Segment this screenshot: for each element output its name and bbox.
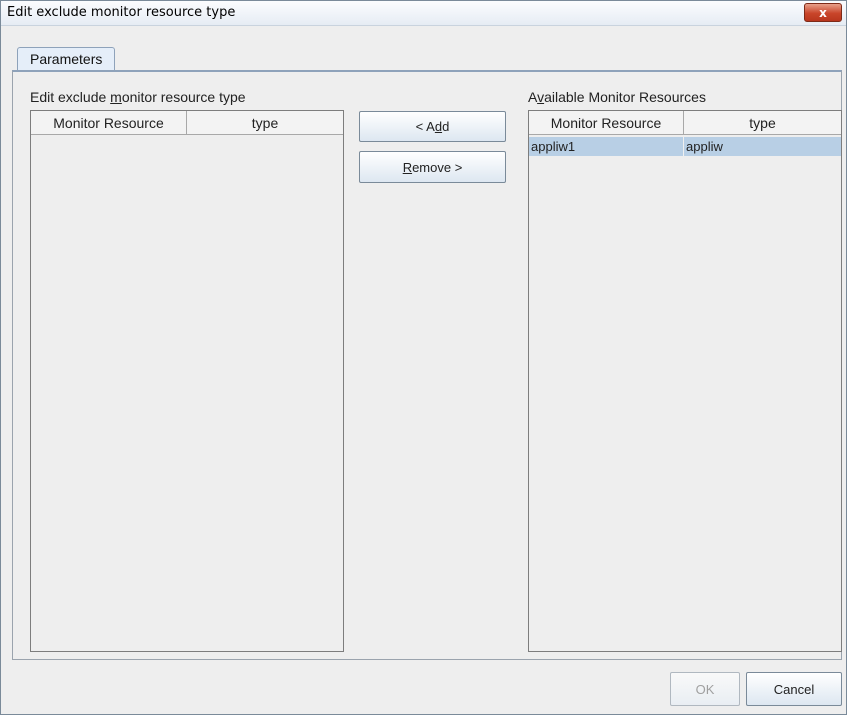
- available-list-label: Available Monitor Resources: [528, 89, 706, 105]
- exclude-table[interactable]: Monitor Resource type: [30, 110, 344, 652]
- add-button-mnemonic: d: [434, 119, 443, 134]
- table-row[interactable]: appliw1 appliw: [529, 137, 841, 156]
- add-button[interactable]: < Add: [359, 111, 506, 142]
- exclude-col-monitor-resource[interactable]: Monitor Resource: [31, 111, 187, 135]
- tab-parameters[interactable]: Parameters: [17, 47, 116, 71]
- available-col-monitor-resource[interactable]: Monitor Resource: [529, 111, 684, 135]
- available-table[interactable]: Monitor Resource type appliw1 appliw: [528, 110, 842, 652]
- add-button-label-rest: d: [442, 119, 450, 134]
- exclude-list-label-text-rest: onitor resource type: [121, 89, 246, 105]
- close-button[interactable]: x: [804, 3, 842, 22]
- exclude-list-label-text: Edit exclude: [30, 89, 111, 105]
- window-title: Edit exclude monitor resource type: [7, 5, 236, 20]
- ok-button[interactable]: OK: [670, 672, 740, 706]
- remove-button[interactable]: Remove >: [359, 151, 506, 183]
- row-monitor-resource: appliw1: [529, 137, 684, 156]
- available-list-label-text: A: [528, 89, 538, 105]
- exclude-col-type[interactable]: type: [187, 111, 343, 135]
- exclude-list-label-mnemonic: m: [110, 89, 122, 105]
- close-icon: x: [819, 5, 827, 20]
- exclude-table-header: Monitor Resource type: [31, 111, 343, 135]
- available-table-header: Monitor Resource type: [529, 111, 841, 135]
- available-list-label-text-rest: ailable Monitor Resources: [544, 89, 706, 105]
- row-type: appliw: [686, 139, 723, 154]
- dialog-window: Edit exclude monitor resource type x Par…: [0, 0, 847, 715]
- remove-button-label: emove >: [412, 159, 463, 175]
- available-col-type[interactable]: type: [684, 111, 841, 135]
- add-button-label: < A: [415, 119, 435, 134]
- cancel-button[interactable]: Cancel: [746, 672, 842, 706]
- remove-button-mnemonic: R: [402, 159, 413, 175]
- title-bar[interactable]: Edit exclude monitor resource type x: [1, 1, 846, 26]
- exclude-list-label: Edit exclude monitor resource type: [30, 89, 246, 105]
